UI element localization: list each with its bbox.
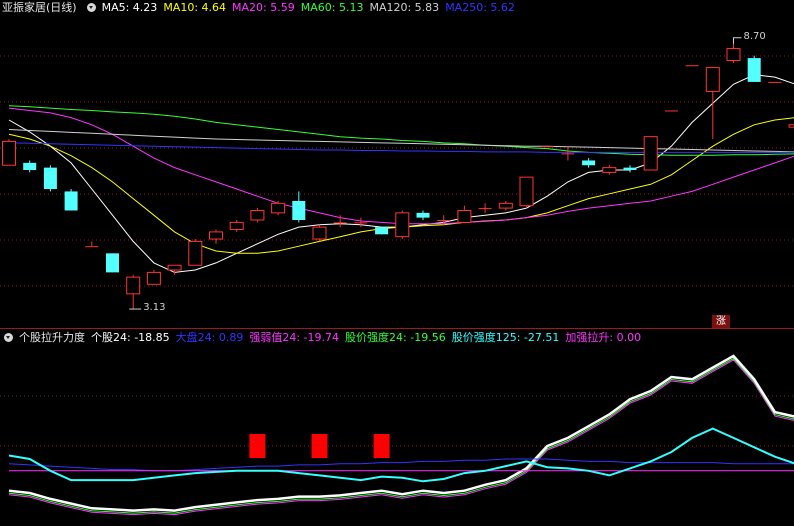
sub-indicator-5: 加强拉升: 0.00 [565,331,642,344]
candle-body-13 [271,202,286,214]
boost-bar-2 [373,434,390,458]
candle-body-1 [23,162,37,170]
candle-body-7 [146,271,161,285]
main-panel-collapse-icon[interactable] [86,3,96,12]
candle-body-20 [416,212,430,218]
candle-body-34 [705,67,720,92]
main-indicator-list: MA5: 4.23 MA10: 4.64 MA20: 5.59 MA60: 5.13 M… [102,1,521,14]
main-panel-title: 亚振家居(日线) [2,1,77,14]
sub-indicator-4: 股价强度125: -27.51 [451,331,560,344]
candle-body-5 [106,253,119,273]
boost-bar-0 [249,434,266,458]
rise-badge: 涨 [712,315,730,328]
high-marker [733,37,742,44]
candle-body-6 [126,276,141,295]
candle-body-28 [582,160,596,166]
candle-body-8 [167,264,182,271]
candle-body-22 [457,209,472,223]
candle-body-14 [292,200,306,220]
sub-panel-title: 个股拉升力度 [19,331,85,344]
candle-body-24 [498,202,513,209]
candle-body-11 [229,221,244,231]
candle-body-31 [643,136,658,171]
candle-body-18 [375,227,389,235]
low-price-label: 3.13 [143,302,166,314]
sub-indicator-3: 股价强度24: -19.56 [345,331,446,344]
candle-body-3 [64,191,78,211]
high-price-label: 8.70 [743,30,766,42]
candle-body-4 [85,246,99,248]
main-indicator-3: MA60: 5.13 [300,1,364,14]
main-panel-header: 亚振家居(日线) MA5: 4.23 MA10: 4.64 MA20: 5.59 MA6… [0,0,527,16]
main-indicator-5: MA250: 5.62 [445,1,515,14]
sub-panel-header: 个股拉升力度 个股24: -18.85 大盘24: 0.89 强弱值24: -19.7… [0,330,653,346]
candle-body-9 [188,240,203,266]
candle-body-30 [623,167,637,170]
sub-line-股价强度125 [8,427,794,483]
candle-body-26 [540,146,554,148]
candle-body-23 [478,208,492,210]
candle-body-2 [43,167,57,190]
candle-body-12 [250,209,265,221]
candle-body-16 [333,222,347,224]
boost-bar-1 [311,434,328,458]
candle-body-36 [747,58,761,82]
strength-indicator-chart[interactable] [0,346,794,526]
candle-body-0 [2,140,16,166]
candle-body-17 [354,222,368,224]
candlestick-chart[interactable] [0,16,794,328]
sub-line-个股24 [8,354,794,512]
sub-line-大盘24 [8,458,794,472]
sub-indicator-0: 个股24: -18.85 [91,331,170,344]
sub-indicator-1: 大盘24: 0.89 [175,331,244,344]
sub-panel-collapse-icon[interactable] [4,333,13,342]
candle-body-10 [209,231,223,240]
ma-line-MA20 [8,107,794,225]
candle-body-21 [437,220,451,221]
candle-body-15 [312,226,327,240]
main-indicator-0: MA5: 4.23 [101,1,158,14]
main-indicator-2: MA20: 5.59 [232,1,295,14]
main-indicator-1: MA10: 4.64 [163,1,227,14]
candle-body-38 [788,124,794,128]
candle-body-33 [685,65,699,67]
main-indicator-4: MA120: 5.83 [369,1,440,14]
sub-indicator-2: 强弱值24: -19.74 [249,331,340,344]
sub-line-shadow-magenta [8,359,794,516]
candle-body-25 [519,176,534,207]
panel-divider [0,328,794,329]
candle-body-29 [602,167,617,173]
candle-body-37 [768,81,782,83]
sub-indicator-list: 个股24: -18.85 大盘24: 0.89 强弱值24: -19.74 股价强度2… [91,331,647,344]
candle-body-35 [726,48,741,61]
candle-body-32 [664,110,678,112]
ma-line-MA5 [8,74,794,273]
candle-body-27 [561,153,575,155]
candle-body-19 [395,212,410,238]
